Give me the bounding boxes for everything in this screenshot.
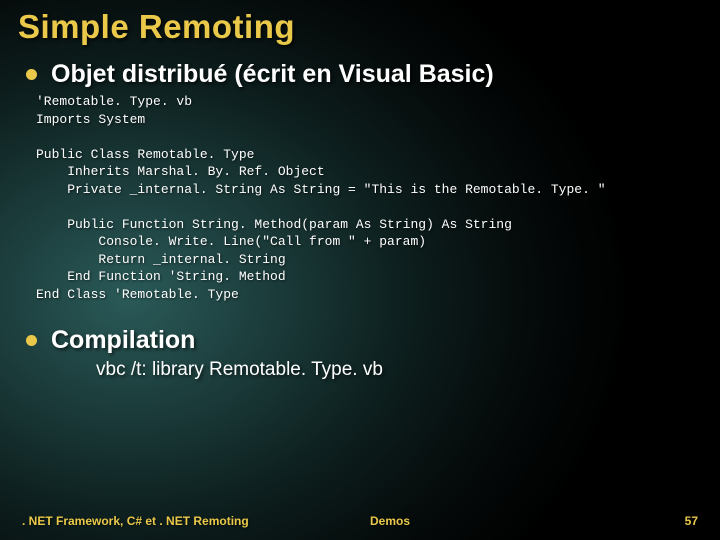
slide-title: Simple Remoting [18, 8, 702, 46]
code-block: 'Remotable. Type. vb Imports System Publ… [36, 93, 702, 304]
footer-center: Demos [370, 514, 410, 528]
bullet-2: Compilation [26, 326, 702, 355]
sub-line: vbc /t: library Remotable. Type. vb [96, 359, 702, 381]
slide: Simple Remoting Objet distribué (écrit e… [0, 0, 720, 540]
bullet-1: Objet distribué (écrit en Visual Basic) [26, 60, 702, 89]
footer: . NET Framework, C# et . NET Remoting De… [0, 514, 720, 528]
bullet-icon [26, 69, 37, 80]
footer-page-number: 57 [685, 514, 698, 528]
bullet-1-text: Objet distribué (écrit en Visual Basic) [51, 60, 494, 89]
footer-left: . NET Framework, C# et . NET Remoting [22, 514, 249, 528]
bullet-2-text: Compilation [51, 326, 195, 355]
bullet-icon [26, 335, 37, 346]
